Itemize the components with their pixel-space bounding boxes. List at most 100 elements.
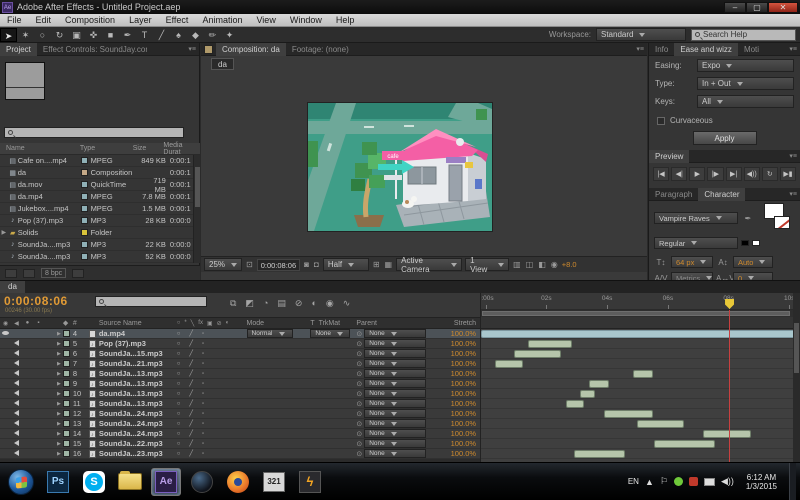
shy-icon[interactable]: ◔ (263, 298, 268, 308)
taskbar-explorer[interactable] (115, 468, 145, 496)
menu-animation[interactable]: Animation (195, 14, 249, 27)
label-swatch[interactable] (80, 193, 88, 200)
parent-dropdown[interactable]: None (364, 449, 427, 458)
mode-dropdown[interactable]: Normal (246, 329, 293, 338)
expand-arrow[interactable]: ▶ (55, 451, 63, 457)
project-row[interactable]: ▤ Jukebox....mp4 MPEG 1.5 MB 0:00:1 (0, 203, 193, 215)
frame-blend-icon[interactable]: ▤ (277, 298, 286, 309)
composition-crumb[interactable]: da (211, 58, 234, 70)
project-row[interactable]: ▶ ▰ Solids Folder (0, 227, 193, 239)
stretch-value[interactable]: 100.0% (440, 419, 480, 428)
pickwhip-icon[interactable]: ⊙ (356, 360, 362, 368)
label-color[interactable] (62, 420, 73, 427)
clip-bar[interactable] (566, 400, 585, 408)
channels-icon[interactable]: ◘ (313, 260, 320, 269)
menu-file[interactable]: File (0, 14, 29, 27)
pickwhip-icon[interactable]: ⊙ (356, 370, 362, 378)
pickwhip-icon[interactable]: ⊙ (356, 440, 362, 448)
label-swatch[interactable] (80, 157, 88, 164)
project-search-input[interactable] (4, 127, 184, 138)
pickwhip-icon[interactable]: ⊙ (356, 340, 362, 348)
snapshot-icon[interactable]: ◙ (303, 260, 310, 269)
label-swatch[interactable] (80, 241, 88, 248)
clip-bar[interactable] (579, 390, 595, 398)
pickwhip-icon[interactable]: ⊙ (356, 380, 362, 388)
stretch-value[interactable]: 100.0% (440, 449, 480, 458)
motion-blur-icon[interactable]: ⊘ (295, 298, 303, 309)
label-swatch[interactable] (80, 253, 88, 260)
project-row[interactable]: ♪ SoundJa....mp3 MP3 52 KB 0:00:0 (0, 251, 193, 263)
label-color[interactable] (62, 340, 73, 347)
project-row[interactable]: ♪ SoundJa....mp3 MP3 22 KB 0:00:0 (0, 239, 193, 251)
ease-field-dropdown-1[interactable]: In + Out (697, 77, 794, 90)
timeline-icon[interactable]: ◧ (537, 260, 547, 269)
audio-button[interactable]: ◀)) (743, 167, 760, 181)
parent-dropdown[interactable]: None (364, 429, 427, 438)
graph-editor-icon[interactable]: ∿ (343, 298, 351, 309)
panel-menu-icon[interactable]: ▾≡ (188, 45, 199, 53)
layer-row-4[interactable]: ▶ 4 da.mp4 ○ ╱ ▫ Normal None ⊙ None 100.0% (0, 329, 480, 339)
panel-menu-icon[interactable]: ▾≡ (789, 190, 800, 198)
tool-roto-brush[interactable]: ✏ (204, 28, 221, 42)
tool-hand[interactable]: ✶ (17, 28, 34, 42)
minimize-button[interactable]: – (724, 1, 746, 13)
expand-arrow[interactable]: ▶ (55, 381, 63, 387)
help-search-input[interactable]: Search Help (691, 28, 796, 41)
parent-dropdown[interactable]: None (364, 339, 427, 348)
audio-toggle[interactable] (11, 389, 22, 398)
tray-expand-icon[interactable]: ▲ (645, 477, 654, 487)
ram-preview-button[interactable]: ▶▮ (779, 167, 796, 181)
menu-edit[interactable]: Edit (29, 14, 59, 27)
tool-shape[interactable]: ■ (102, 28, 119, 42)
font-family-dropdown[interactable]: Vampire Raves (654, 212, 738, 224)
expand-arrow[interactable]: ▶ (55, 431, 63, 437)
play-button[interactable]: ▶ (689, 167, 706, 181)
project-scrollbar[interactable] (193, 155, 200, 263)
clip-bar[interactable] (654, 440, 715, 448)
expand-arrow[interactable]: ▶ (55, 361, 63, 367)
tab-paragraph[interactable]: Paragraph (649, 188, 698, 201)
taskbar-cinema4d[interactable] (187, 468, 217, 496)
layer-row-7[interactable]: ▶ 7 ♪ SoundJa...21.mp3 ○ ╱ ▫ ⊙ None 100.0% (0, 359, 480, 369)
label-swatch[interactable] (80, 205, 88, 212)
prev-frame-button[interactable]: ◀| (671, 167, 688, 181)
audio-toggle[interactable] (11, 439, 22, 448)
start-button[interactable] (8, 468, 34, 495)
language-indicator[interactable]: EN (628, 477, 639, 486)
layer-row-11[interactable]: ▶ 11 ♪ SoundJa...13.mp3 ○ ╱ ▫ ⊙ None 100.0… (0, 399, 480, 409)
pickwhip-icon[interactable]: ⊙ (356, 450, 362, 458)
new-folder-icon[interactable] (23, 268, 35, 278)
clip-bar[interactable] (481, 330, 793, 338)
stretch-value[interactable]: 100.0% (440, 439, 480, 448)
layer-row-14[interactable]: ▶ 14 ♪ SoundJa...24.mp3 ○ ╱ ▫ ⊙ None 100.0… (0, 429, 480, 439)
trash-icon[interactable] (72, 268, 85, 278)
label-color[interactable] (62, 350, 73, 357)
stretch-value[interactable]: 100.0% (440, 339, 480, 348)
exposure-value[interactable]: +8.0 (562, 260, 577, 269)
ease-field-dropdown-0[interactable]: Expo (697, 59, 794, 72)
clip-bar[interactable] (637, 420, 685, 428)
clip-bar[interactable] (494, 360, 524, 368)
clock[interactable]: 6:12 AM 1/3/2015 (740, 473, 783, 491)
label-swatch[interactable] (80, 169, 88, 176)
white-swatch[interactable] (752, 240, 760, 246)
eyedropper-icon[interactable]: ✒ (741, 214, 755, 223)
comp-mini-flowchart-icon[interactable]: ⧉ (230, 298, 236, 309)
tool-unified-camera[interactable]: ▣ (68, 28, 85, 42)
menu-window[interactable]: Window (283, 14, 329, 27)
label-color[interactable] (62, 430, 73, 437)
stretch-value[interactable]: 100.0% (440, 409, 480, 418)
composition-canvas[interactable]: cafe (290, 103, 492, 231)
stretch-value[interactable]: 100.0% (440, 349, 480, 358)
audio-toggle[interactable] (11, 359, 22, 368)
stroke-color-swatch[interactable] (774, 216, 790, 229)
layer-row-16[interactable]: ▶ 16 ♪ SoundJa...23.mp3 ○ ╱ ▫ ⊙ None 100.0… (0, 449, 480, 459)
current-time-display[interactable]: 0:00:08:06 (4, 294, 68, 308)
audio-toggle[interactable] (11, 339, 22, 348)
label-color[interactable] (62, 390, 73, 397)
roi-icon[interactable]: ⊞ (372, 260, 381, 269)
taskbar-media-player-classic[interactable]: 321 (259, 468, 289, 496)
tab-info[interactable]: Info (649, 43, 674, 56)
last-frame-button[interactable]: ▶| (725, 167, 742, 181)
layer-row-9[interactable]: ▶ 9 ♪ SoundJa...13.mp3 ○ ╱ ▫ ⊙ None 100.0% (0, 379, 480, 389)
